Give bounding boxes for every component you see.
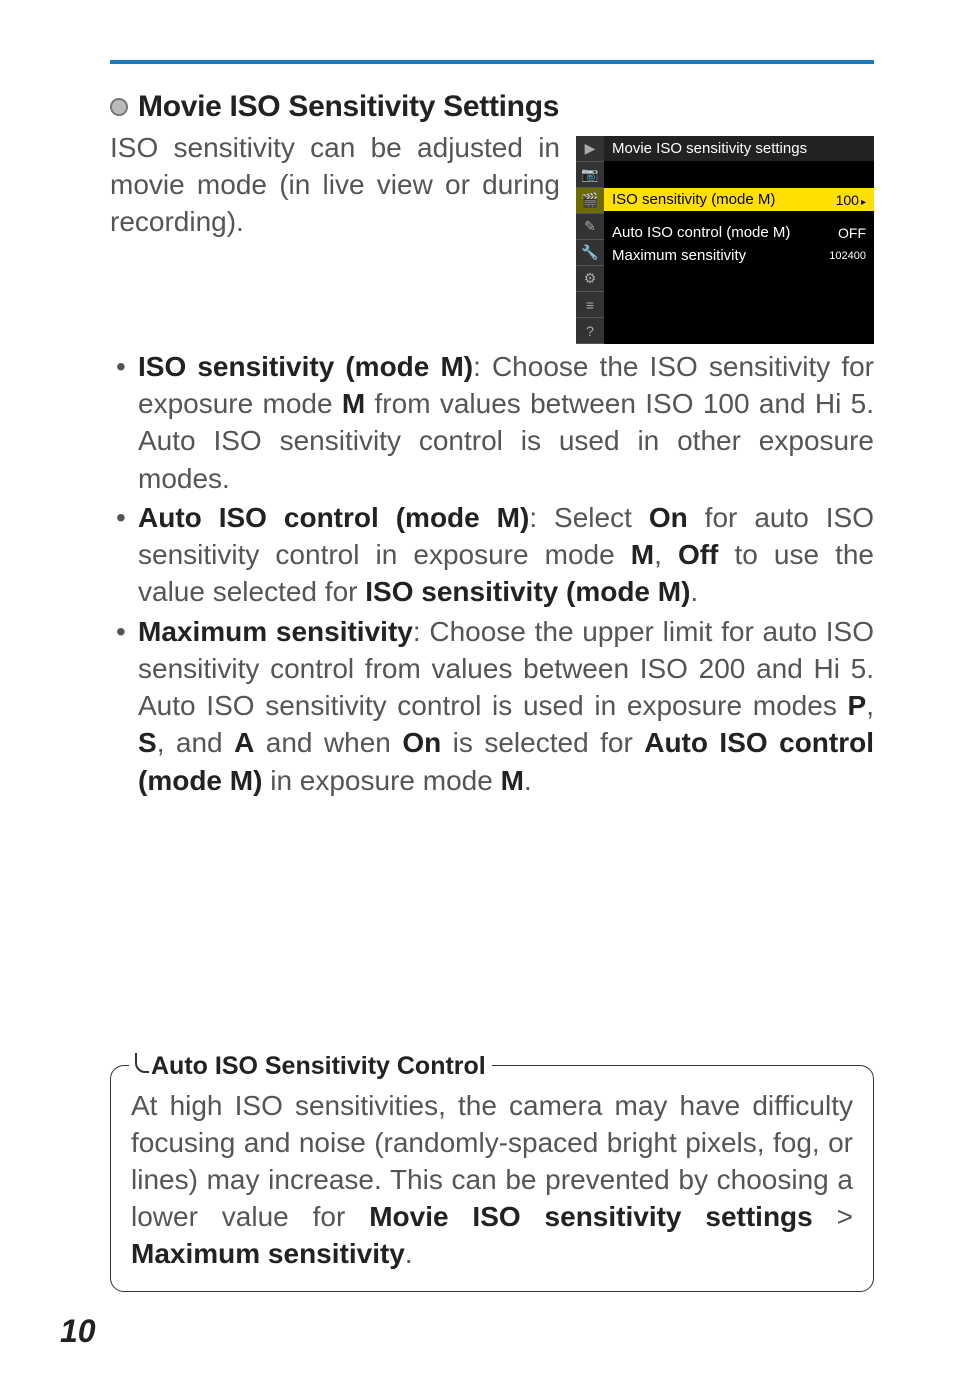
screen-tabs: ▶ 📷 🎬 ✎ 🔧 ⚙ ≡ ?	[576, 136, 604, 344]
row-value: OFF	[838, 225, 866, 241]
note-title-wrap: Auto ISO Sensitivity Control	[129, 1052, 492, 1081]
screen-bottom-pad	[604, 267, 874, 293]
note-corner-icon	[135, 1053, 149, 1073]
page-number: 10	[60, 1313, 96, 1350]
list-item: Auto ISO control (mode M): Select On for…	[138, 499, 874, 611]
bullet-lead: ISO sensitivity (mode M)	[138, 351, 473, 382]
camera-menu-screenshot: ▶ 📷 🎬 ✎ 🔧 ⚙ ≡ ? Movie ISO sensitivity se…	[576, 136, 874, 344]
intro-row: ISO sensitivity can be adjusted in movie…	[110, 130, 874, 344]
list-item: Maximum sensitivity: Choose the upper li…	[138, 613, 874, 799]
screen-main: Movie ISO sensitivity settings ISO sensi…	[604, 136, 874, 344]
tab-camera-icon: 📷	[576, 162, 604, 188]
tab-retouch-icon: ⚙	[576, 266, 604, 292]
screen-blank-row	[604, 162, 874, 188]
screen-row: Maximum sensitivity 102400	[604, 244, 874, 267]
row-label: Maximum sensitivity	[612, 247, 746, 264]
tab-mymenu-icon: ≡	[576, 292, 604, 318]
note-box: Auto ISO Sensitivity Control At high ISO…	[110, 1065, 874, 1292]
note-body: At high ISO sensitivities, the camera ma…	[131, 1088, 853, 1273]
tab-wrench-icon: 🔧	[576, 240, 604, 266]
screen-title: Movie ISO sensitivity settings	[604, 136, 874, 162]
list-item: ISO sensitivity (mode M): Choose the ISO…	[138, 348, 874, 497]
chevron-right-icon: ▸	[861, 197, 866, 208]
row-value: 102400	[829, 250, 866, 262]
screen-gap	[604, 211, 874, 221]
row-label: Auto ISO control (mode M)	[612, 224, 790, 241]
intro-text: ISO sensitivity can be adjusted in movie…	[110, 130, 560, 241]
bullet-icon	[110, 98, 128, 116]
section-heading-row: Movie ISO Sensitivity Settings	[110, 90, 874, 124]
screen-body: ▶ 📷 🎬 ✎ 🔧 ⚙ ≡ ? Movie ISO sensitivity se…	[576, 136, 874, 344]
tab-movie-icon: 🎬	[576, 188, 604, 214]
section-title: Movie ISO Sensitivity Settings	[138, 90, 559, 124]
tab-help-icon: ?	[576, 318, 604, 344]
tab-pencil-icon: ✎	[576, 214, 604, 240]
header-rule	[110, 60, 874, 64]
bullet-list: ISO sensitivity (mode M): Choose the ISO…	[110, 348, 874, 799]
row-label: ISO sensitivity (mode M)	[612, 191, 775, 208]
note-title: Auto ISO Sensitivity Control	[151, 1052, 486, 1081]
bullet-lead: Maximum sensitivity	[138, 616, 413, 647]
screen-row: Auto ISO control (mode M) OFF	[604, 221, 874, 244]
row-value: 100▸	[836, 192, 866, 208]
tab-play-icon: ▶	[576, 136, 604, 162]
screen-row-selected: ISO sensitivity (mode M) 100▸	[604, 188, 874, 211]
bullet-lead: Auto ISO control (mode M)	[138, 502, 529, 533]
